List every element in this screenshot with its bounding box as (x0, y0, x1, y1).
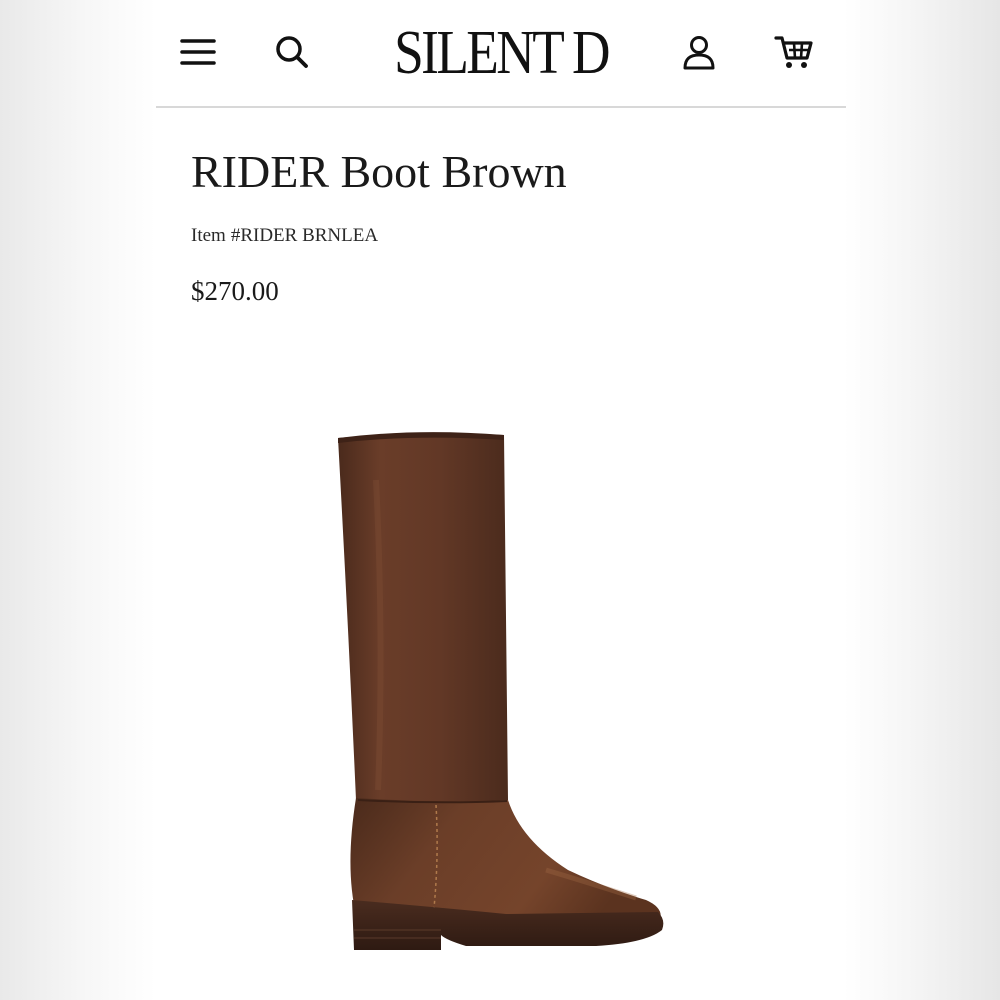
boot-illustration (338, 432, 664, 950)
product-price: $270.00 (191, 276, 279, 306)
product-title: RIDER Boot Brown (191, 146, 567, 197)
sku-value: #RIDER BRNLEA (230, 225, 379, 246)
product-sku: Item #RIDER BRNLEA (191, 225, 378, 247)
hamburger-menu-icon[interactable] (174, 28, 222, 76)
boot-shaft (338, 433, 508, 804)
sku-label: Item (191, 225, 226, 246)
product-image[interactable] (306, 400, 706, 980)
site-header: SILENT D (156, 0, 846, 108)
shopping-cart-icon[interactable] (770, 28, 818, 76)
phone-screen: SILENT D RIDER Boot Brown Item #RIDER BRN… (156, 0, 846, 1000)
boot-foot (350, 798, 661, 920)
search-icon[interactable] (268, 28, 316, 76)
user-account-icon[interactable] (675, 28, 723, 76)
brand-logo[interactable]: SILENT D (333, 18, 668, 88)
